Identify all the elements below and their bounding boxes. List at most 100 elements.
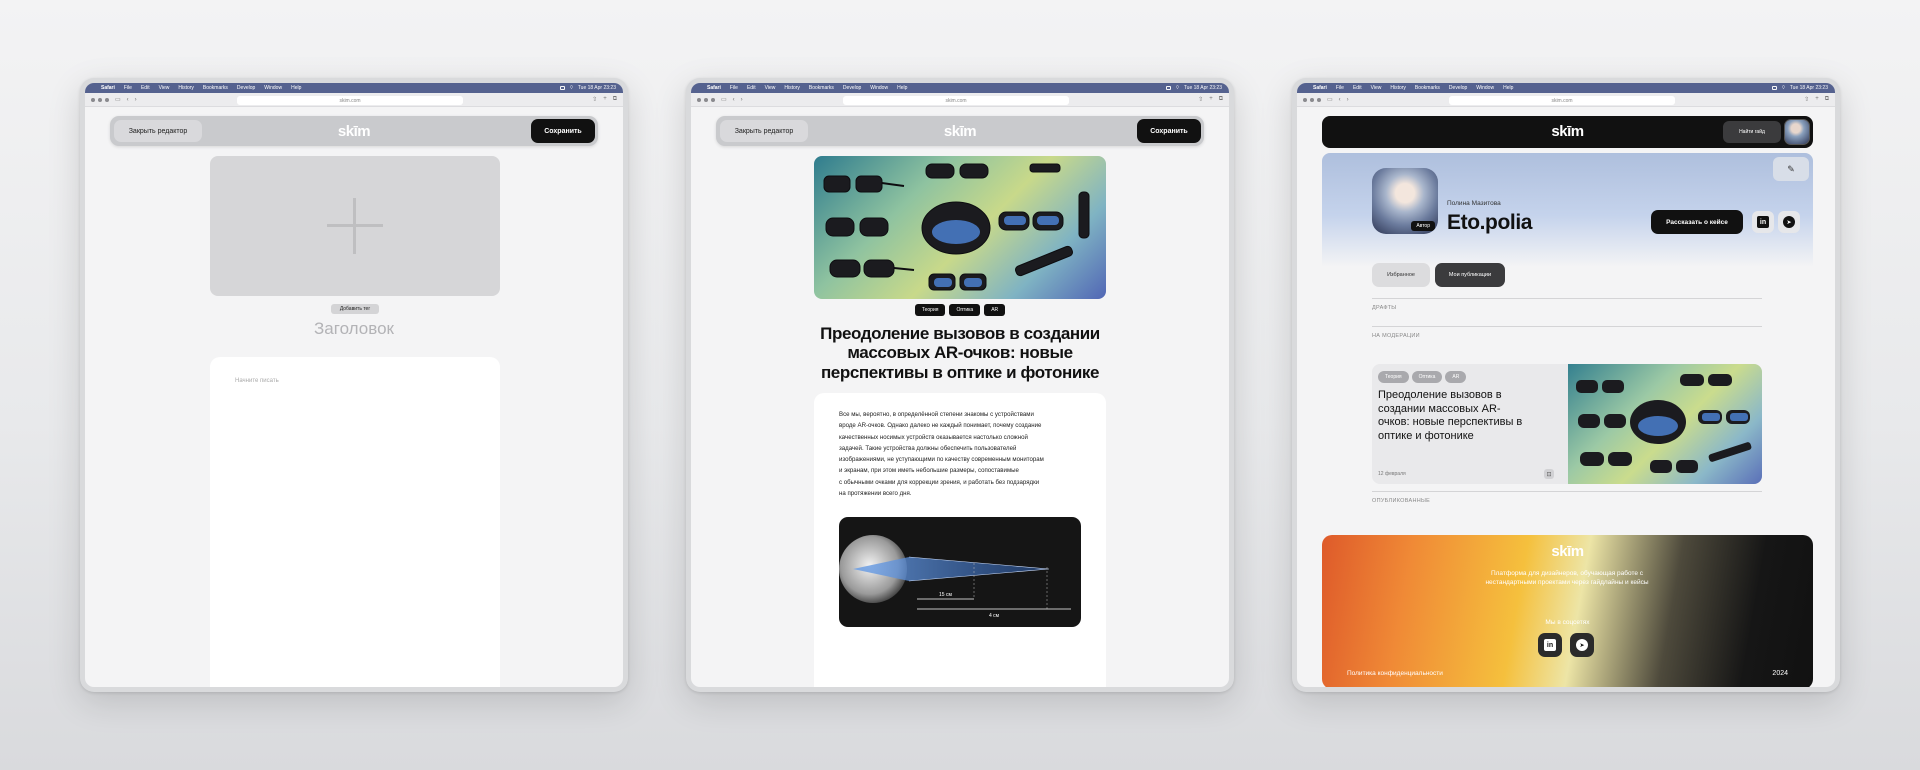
tabs-icon[interactable]: ⧉ — [1825, 96, 1829, 103]
tab-favorites[interactable]: Избранное — [1372, 263, 1430, 287]
section-drafts[interactable]: ДРАФТЫ — [1372, 305, 1396, 311]
menu-history[interactable]: History — [178, 85, 194, 91]
publication-card[interactable]: Теория Оптика AR Преодоление вызовов в с… — [1372, 364, 1762, 484]
menu-file[interactable]: File — [1336, 85, 1344, 91]
card-title[interactable]: Преодоление вызовов в создании массовых … — [1378, 389, 1528, 443]
menu-file[interactable]: File — [730, 85, 738, 91]
menu-help[interactable]: Help — [897, 85, 907, 91]
traffic-lights[interactable] — [1303, 97, 1321, 102]
menu-history[interactable]: History — [1390, 85, 1406, 91]
close-editor-button[interactable]: Закрыть редактор — [720, 120, 808, 142]
wifi-icon[interactable]: ⌔ — [569, 85, 574, 91]
tabs-icon[interactable]: ⧉ — [1219, 96, 1223, 103]
card-image[interactable] — [1568, 364, 1762, 484]
back-icon[interactable]: ‹ — [733, 97, 735, 103]
tag-optics[interactable]: Оптика — [949, 304, 981, 316]
footer-linkedin-button[interactable]: in — [1538, 633, 1562, 657]
menu-develop[interactable]: Develop — [237, 85, 255, 91]
clock[interactable]: Tue 18 Apr 23:23 — [578, 85, 616, 91]
menu-develop[interactable]: Develop — [843, 85, 861, 91]
sidebar-icon[interactable]: ▭ — [1327, 96, 1333, 103]
cover-image[interactable] — [814, 156, 1106, 299]
menu-window[interactable]: Window — [870, 85, 888, 91]
logo[interactable]: skīm — [944, 123, 977, 140]
battery-icon[interactable] — [1772, 86, 1778, 90]
cover-upload[interactable] — [210, 156, 500, 296]
forward-icon[interactable]: › — [1347, 97, 1349, 103]
save-button[interactable]: Сохранить — [531, 119, 595, 143]
footer-logo[interactable]: skīm — [1322, 543, 1813, 560]
tag-theory[interactable]: Теория — [914, 304, 946, 316]
menu-help[interactable]: Help — [291, 85, 301, 91]
tag-ar[interactable]: AR — [1445, 371, 1467, 383]
share-icon[interactable]: ⇧ — [1198, 96, 1203, 103]
menu-bookmarks[interactable]: Bookmarks — [203, 85, 228, 91]
optics-diagram[interactable]: 15 см 4 см — [839, 517, 1081, 627]
menu-edit[interactable]: Edit — [1353, 85, 1362, 91]
wifi-icon[interactable]: ⌔ — [1175, 85, 1180, 91]
url-field[interactable]: skim.com — [843, 96, 1069, 105]
pencil-icon[interactable]: ✎ — [1773, 157, 1809, 181]
profile-avatar[interactable]: Автор — [1372, 168, 1438, 234]
menu-window[interactable]: Window — [264, 85, 282, 91]
title-input[interactable]: Заголовок — [85, 319, 623, 339]
body-editor[interactable]: Начните писать — [210, 357, 500, 687]
menu-help[interactable]: Help — [1503, 85, 1513, 91]
back-icon[interactable]: ‹ — [127, 97, 129, 103]
clock[interactable]: Tue 18 Apr 23:23 — [1184, 85, 1222, 91]
menu-view[interactable]: View — [159, 85, 170, 91]
wifi-icon[interactable]: ⌔ — [1781, 85, 1786, 91]
share-icon[interactable]: ⇧ — [1804, 96, 1809, 103]
tag-optics[interactable]: Оптика — [1411, 371, 1443, 383]
url-field[interactable]: skim.com — [237, 96, 463, 105]
clock[interactable]: Tue 18 Apr 23:23 — [1790, 85, 1828, 91]
tabs-icon[interactable]: ⧉ — [613, 96, 617, 103]
menu-app[interactable]: Safari — [101, 85, 115, 91]
section-moderation[interactable]: НА МОДЕРАЦИИ — [1372, 333, 1420, 339]
tag-ar[interactable]: AR — [984, 304, 1006, 316]
menu-develop[interactable]: Develop — [1449, 85, 1467, 91]
url-field[interactable]: skim.com — [1449, 96, 1675, 105]
traffic-lights[interactable] — [91, 97, 109, 102]
tag-theory[interactable]: Теория — [1378, 371, 1409, 383]
menu-edit[interactable]: Edit — [141, 85, 150, 91]
menu-edit[interactable]: Edit — [747, 85, 756, 91]
sidebar-icon[interactable]: ▭ — [721, 96, 727, 103]
footer-telegram-button[interactable]: ➤ — [1570, 633, 1594, 657]
menu-window[interactable]: Window — [1476, 85, 1494, 91]
back-icon[interactable]: ‹ — [1339, 97, 1341, 103]
menu-app[interactable]: Safari — [707, 85, 721, 91]
menu-app[interactable]: Safari — [1313, 85, 1327, 91]
save-button[interactable]: Сохранить — [1137, 119, 1201, 143]
menu-bookmarks[interactable]: Bookmarks — [809, 85, 834, 91]
user-avatar[interactable] — [1784, 119, 1810, 145]
close-editor-button[interactable]: Закрыть редактор — [114, 120, 202, 142]
battery-icon[interactable] — [560, 86, 566, 90]
logo[interactable]: skīm — [338, 123, 371, 140]
find-guide-button[interactable]: Найти гайд — [1723, 121, 1781, 143]
new-tab-icon[interactable]: + — [603, 96, 607, 103]
sidebar-icon[interactable]: ▭ — [115, 96, 121, 103]
forward-icon[interactable]: › — [135, 97, 137, 103]
menu-file[interactable]: File — [124, 85, 132, 91]
bookmark-icon[interactable]: ⊡ — [1544, 469, 1554, 479]
traffic-lights[interactable] — [697, 97, 715, 102]
add-tag-button[interactable]: Добавить тег — [331, 304, 379, 314]
share-icon[interactable]: ⇧ — [592, 96, 597, 103]
privacy-policy-link[interactable]: Политика конфиденциальности — [1347, 670, 1443, 677]
tell-case-button[interactable]: Рассказать о кейсе — [1651, 210, 1743, 234]
battery-icon[interactable] — [1166, 86, 1172, 90]
forward-icon[interactable]: › — [741, 97, 743, 103]
linkedin-button[interactable]: in — [1752, 211, 1774, 233]
menu-bookmarks[interactable]: Bookmarks — [1415, 85, 1440, 91]
new-tab-icon[interactable]: + — [1815, 96, 1819, 103]
menu-history[interactable]: History — [784, 85, 800, 91]
menu-view[interactable]: View — [1371, 85, 1382, 91]
article-body-card[interactable]: Все мы, вероятно, в определённой степени… — [814, 393, 1106, 687]
menu-view[interactable]: View — [765, 85, 776, 91]
section-published[interactable]: ОПУБЛИКОВАННЫЕ — [1372, 498, 1430, 504]
telegram-button[interactable]: ➤ — [1778, 211, 1800, 233]
tab-my-publications[interactable]: Мои публикации — [1435, 263, 1505, 287]
logo[interactable]: skīm — [1551, 123, 1584, 140]
new-tab-icon[interactable]: + — [1209, 96, 1213, 103]
